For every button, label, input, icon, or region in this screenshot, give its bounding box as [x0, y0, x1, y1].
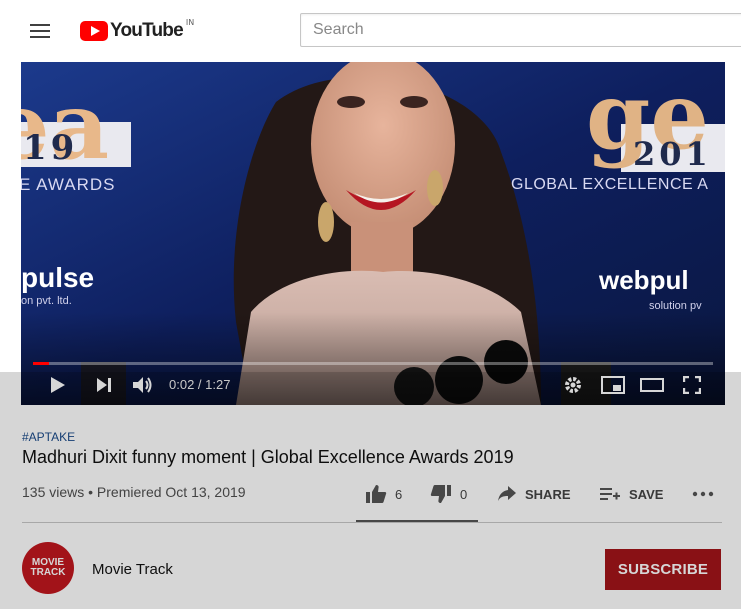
- hashtag-link[interactable]: #APTAKE: [22, 430, 75, 444]
- backdrop-sponsor-subtext: on pvt. ltd.: [21, 295, 72, 307]
- progress-bar[interactable]: [33, 362, 713, 365]
- search-input[interactable]: [300, 13, 741, 47]
- backdrop-year-text: 19: [23, 128, 79, 168]
- share-label: SHARE: [525, 486, 571, 502]
- dislike-icon: [430, 485, 451, 503]
- like-icon: [366, 485, 387, 503]
- backdrop-awards-text: GLOBAL EXCELLENCE A: [511, 176, 709, 193]
- dislike-count: 0: [460, 486, 468, 502]
- more-icon: [692, 491, 714, 497]
- video-title: Madhuri Dixit funny moment | Global Exce…: [22, 447, 514, 467]
- logo-region-code: IN: [185, 17, 195, 27]
- avatar-text-line2: TRACK: [30, 567, 66, 578]
- divider: [22, 522, 722, 523]
- next-icon[interactable]: [93, 374, 115, 396]
- more-actions-button[interactable]: [692, 484, 714, 504]
- channel-name[interactable]: Movie Track: [92, 561, 173, 578]
- share-icon: [498, 486, 516, 501]
- save-label: SAVE: [629, 486, 664, 502]
- save-button[interactable]: SAVE: [599, 484, 663, 504]
- channel-avatar[interactable]: MOVIE TRACK: [22, 542, 74, 594]
- backdrop-awards-text: E AWARDS: [21, 175, 116, 194]
- youtube-play-logo-icon: [80, 21, 108, 41]
- dislike-button[interactable]: 0: [430, 484, 467, 504]
- fullscreen-icon[interactable]: [680, 374, 704, 396]
- settings-icon[interactable]: [562, 374, 584, 396]
- like-count: 6: [395, 486, 403, 502]
- share-button[interactable]: SHARE: [497, 484, 571, 504]
- masthead: YouTube IN: [0, 0, 741, 62]
- time-display: 0:02 / 1:27: [169, 377, 231, 392]
- video-player[interactable]: ea 19 E AWARDS pulse on pvt. ltd. ge 201…: [21, 62, 725, 405]
- miniplayer-icon[interactable]: [600, 374, 626, 396]
- volume-icon[interactable]: [131, 374, 155, 396]
- view-count-date: 135 views • Premiered Oct 13, 2019: [22, 484, 246, 500]
- logo-text: YouTube: [110, 20, 184, 41]
- progress-played: [33, 362, 49, 365]
- save-playlist-icon: [600, 488, 620, 500]
- subscribe-button[interactable]: SUBSCRIBE: [605, 549, 721, 590]
- youtube-logo[interactable]: YouTube IN: [80, 17, 195, 43]
- backdrop-sponsor-text: pulse: [21, 262, 95, 293]
- backdrop-sponsor-subtext: solution pv: [649, 300, 702, 312]
- menu-icon[interactable]: [22, 16, 58, 46]
- backdrop-sponsor-text: webpul: [599, 265, 689, 295]
- theater-icon[interactable]: [639, 374, 665, 396]
- like-button[interactable]: 6: [365, 484, 402, 504]
- play-icon[interactable]: [47, 374, 69, 396]
- backdrop-year-text: 201: [633, 135, 712, 173]
